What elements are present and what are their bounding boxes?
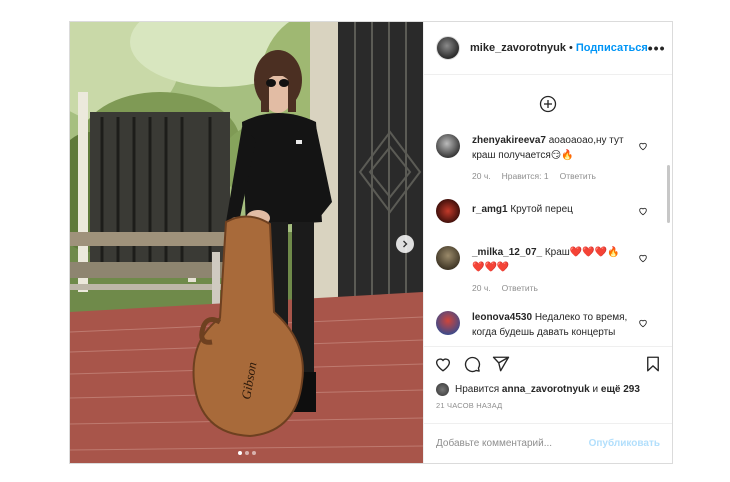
publish-button[interactable]: Опубликовать	[589, 438, 660, 449]
comment-item: leonova4530 Недалеко то время, когда буд…	[424, 310, 672, 340]
comment-avatar[interactable]	[436, 311, 460, 335]
heart-icon[interactable]	[638, 253, 648, 263]
post-modal: Gibson mike_zavorotnyuk • Подписаться ••…	[69, 21, 673, 464]
plus-circle-icon[interactable]	[539, 95, 557, 113]
comment-item: zhenyakireeva7 аоаоаоао,ну тут краш полу…	[424, 133, 672, 184]
carousel-dot	[237, 451, 242, 455]
author-username[interactable]: mike_zavorotnyuk	[470, 42, 566, 54]
comment-item: _milka_12_07_ Краш❤️❤️❤️🔥❤️❤️❤️ 20 ч. От…	[424, 245, 672, 296]
comment-username[interactable]: zhenyakireeva7	[472, 135, 546, 146]
more-options-icon[interactable]: •••	[648, 40, 666, 56]
post-details-panel: mike_zavorotnyuk • Подписаться ••• zheny…	[423, 22, 672, 463]
follow-button[interactable]: Подписаться	[576, 42, 648, 54]
post-actions-bar	[424, 346, 672, 381]
comment-username[interactable]: leonova4530	[472, 312, 532, 323]
comment-icon[interactable]	[463, 355, 481, 373]
photo-image: Gibson	[70, 22, 423, 463]
comments-scrollbar[interactable]	[667, 165, 670, 223]
comment-likes[interactable]: Нравится: 1	[502, 169, 549, 184]
comment-time[interactable]: 20 ч.	[472, 281, 491, 296]
add-comment-bar: Опубликовать	[424, 423, 672, 463]
carousel-dots	[70, 451, 423, 455]
liker-avatar[interactable]	[436, 382, 449, 396]
share-icon[interactable]	[492, 355, 510, 373]
comment-avatar[interactable]	[436, 246, 460, 270]
bookmark-icon[interactable]	[644, 355, 662, 373]
comment-item: r_amg1 Крутой перец	[424, 198, 672, 223]
post-photo[interactable]: Gibson	[70, 22, 423, 463]
likes-and: и	[592, 383, 599, 395]
heart-icon[interactable]	[638, 206, 648, 216]
comment-reply-button[interactable]: Ответить	[502, 281, 538, 296]
author-avatar[interactable]	[436, 36, 460, 60]
next-photo-button[interactable]	[396, 235, 414, 253]
likes-summary: Нравится anna_zavorotnyuk и ещё 293	[424, 381, 672, 397]
chevron-right-icon	[403, 240, 408, 248]
comment-avatar[interactable]	[436, 134, 460, 158]
carousel-dot	[251, 451, 256, 455]
comment-time[interactable]: 20 ч.	[472, 169, 491, 184]
comment-text: Крутой перец	[510, 204, 573, 215]
carousel-dot	[244, 451, 249, 455]
heart-icon[interactable]	[638, 141, 648, 151]
comment-username[interactable]: r_amg1	[472, 204, 508, 215]
heart-icon[interactable]	[434, 355, 452, 373]
comment-avatar[interactable]	[436, 199, 460, 223]
comment-reply-button[interactable]: Ответить	[560, 169, 596, 184]
comments-list[interactable]: zhenyakireeva7 аоаоаоао,ну тут краш полу…	[424, 75, 672, 346]
likes-count[interactable]: ещё 293	[601, 384, 640, 395]
separator-dot: •	[568, 42, 573, 54]
post-timestamp[interactable]: 21 ЧАСОВ НАЗАД	[424, 397, 672, 423]
heart-icon[interactable]	[638, 318, 648, 328]
post-header: mike_zavorotnyuk • Подписаться •••	[424, 22, 672, 75]
likes-prefix: Нравится	[455, 383, 500, 395]
liker-username[interactable]: anna_zavorotnyuk	[502, 384, 590, 395]
comment-input[interactable]	[436, 438, 589, 449]
comment-username[interactable]: _milka_12_07_	[472, 247, 542, 258]
